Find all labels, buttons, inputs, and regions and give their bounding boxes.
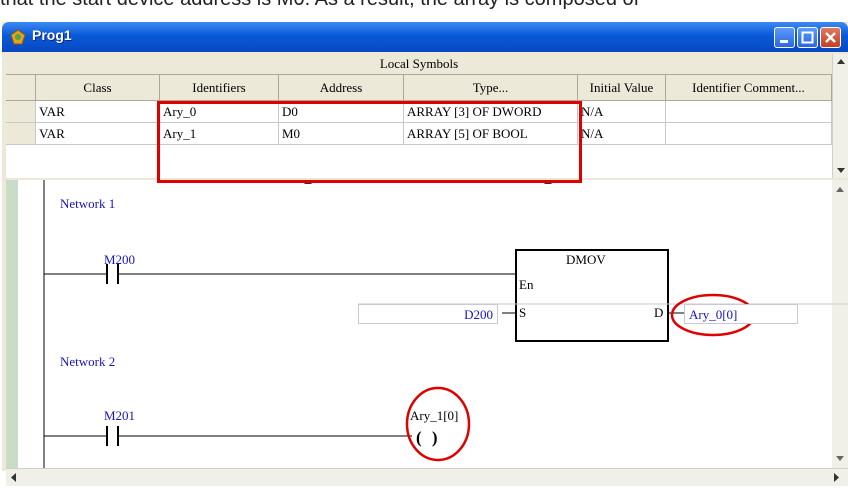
- close-icon: [825, 32, 836, 43]
- symbols-vertical-scrollbar[interactable]: [832, 54, 848, 178]
- dmov-d-pin: D: [654, 305, 664, 320]
- title-bar[interactable]: Prog1: [2, 22, 848, 52]
- column-header-initial-value[interactable]: Initial Value: [578, 75, 666, 101]
- table-cell-initial-value[interactable]: N/A: [578, 123, 666, 145]
- program-window: Prog1 Local Symbols Class Identifiers Ad…: [2, 22, 848, 486]
- coil-device-label[interactable]: Ary_1[0]: [410, 408, 458, 424]
- table-cell-comment[interactable]: [666, 101, 832, 123]
- contact-m200-device[interactable]: M200: [104, 252, 135, 268]
- scroll-arrows-icon: [11, 473, 839, 482]
- coil-highlight-circle: [405, 386, 471, 462]
- local-symbols-title: Local Symbols: [6, 54, 832, 75]
- minimize-icon: [780, 40, 788, 43]
- network-1-label[interactable]: Network 1: [60, 196, 115, 212]
- row-header-corner: [6, 75, 36, 101]
- table-cell-class[interactable]: VAR: [36, 123, 160, 145]
- minimize-button[interactable]: [774, 27, 795, 48]
- dmov-instruction-name[interactable]: DMOV: [566, 252, 606, 268]
- dmov-s-pin: S: [519, 305, 527, 320]
- column-header-address[interactable]: Address: [279, 75, 404, 101]
- column-header-class[interactable]: Class: [36, 75, 160, 101]
- window-title: Prog1: [32, 27, 72, 43]
- network-2-label[interactable]: Network 2: [60, 354, 115, 370]
- caption-text: that the start device address is M0. As …: [0, 0, 848, 18]
- maximize-button[interactable]: [797, 27, 818, 48]
- column-header-identifiers[interactable]: Identifiers: [160, 75, 279, 101]
- program-icon: [10, 29, 26, 45]
- dmov-en-pin: En: [519, 277, 534, 292]
- contact-m201-device[interactable]: M201: [104, 408, 135, 424]
- row-header[interactable]: [6, 123, 36, 145]
- scroll-arrows-icon: [837, 59, 845, 173]
- table-cell-initial-value[interactable]: N/A: [578, 101, 666, 123]
- symbols-highlight-box: [157, 101, 582, 183]
- dest-operand-field[interactable]: Ary_0[0]: [684, 304, 798, 324]
- table-cell-class[interactable]: VAR: [36, 101, 160, 123]
- maximize-icon: [801, 31, 814, 44]
- close-button[interactable]: [820, 27, 841, 48]
- ladder-diagram[interactable]: Network 1 M200 DMOV En S D D200 Ary_0[0]…: [6, 180, 848, 468]
- ladder-vertical-scrollbar: [832, 180, 848, 468]
- left-margin-bar: [6, 180, 18, 468]
- row-header[interactable]: [6, 101, 36, 123]
- table-cell-comment[interactable]: [666, 123, 832, 145]
- source-operand-field[interactable]: D200: [358, 304, 498, 324]
- column-header-identifier-comment[interactable]: Identifier Comment...: [666, 75, 832, 101]
- column-header-type[interactable]: Type...: [404, 75, 578, 101]
- output-coil[interactable]: ( ): [416, 428, 441, 448]
